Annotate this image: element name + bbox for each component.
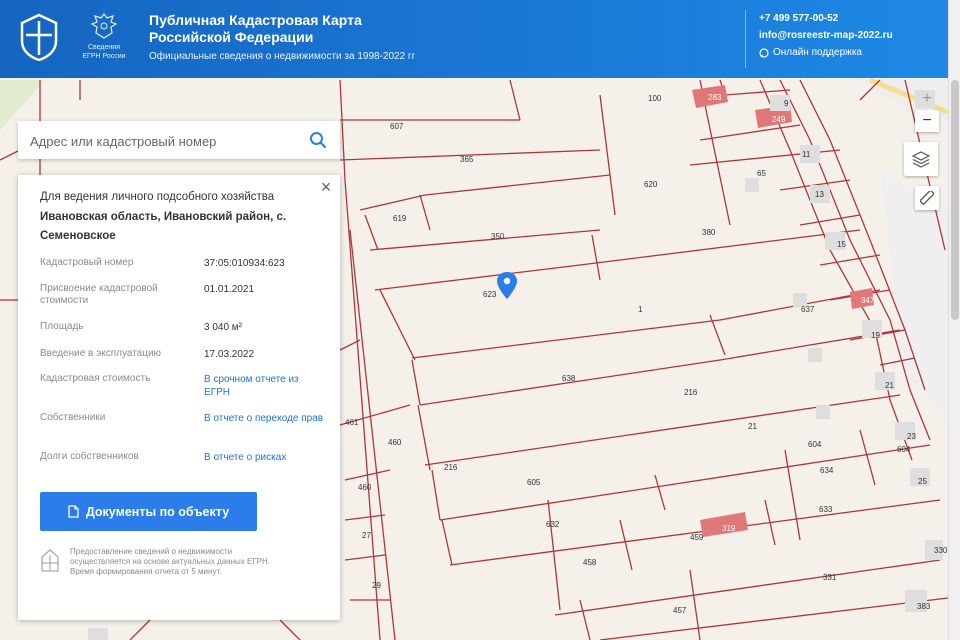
site-subtitle: Официальные сведения о недвижимости за 1… bbox=[149, 51, 416, 62]
coat-of-arms-icon bbox=[90, 13, 118, 39]
svg-text:25: 25 bbox=[918, 477, 927, 486]
svg-text:458: 458 bbox=[583, 558, 597, 567]
svg-text:249: 249 bbox=[772, 115, 786, 124]
svg-text:459: 459 bbox=[690, 533, 704, 542]
phone-link[interactable]: +7 499 577-00-52 bbox=[759, 10, 893, 27]
svg-text:27: 27 bbox=[362, 531, 371, 540]
emblem-caption: Сведения bbox=[88, 44, 120, 51]
document-icon bbox=[68, 505, 79, 518]
site-title: Публичная Кадастровая Карта Российской Ф… bbox=[149, 12, 362, 46]
cadastral-cost-label: Кадастровая стоимость bbox=[40, 373, 151, 384]
title-line-2: Российской Федерации bbox=[149, 29, 314, 45]
commissioning-label: Введение в эксплуатацию bbox=[40, 348, 162, 359]
svg-text:11: 11 bbox=[802, 150, 811, 159]
svg-text:1: 1 bbox=[638, 305, 643, 314]
svg-text:638: 638 bbox=[562, 374, 576, 383]
svg-text:216: 216 bbox=[684, 388, 698, 397]
object-documents-button[interactable]: Документы по объекту bbox=[40, 492, 257, 531]
svg-text:633: 633 bbox=[819, 505, 833, 514]
registry-house-icon bbox=[41, 549, 59, 572]
owner-debts-link[interactable]: В отчете о рисках bbox=[204, 451, 324, 464]
svg-text:29: 29 bbox=[372, 581, 381, 590]
svg-text:21: 21 bbox=[748, 422, 757, 431]
svg-text:457: 457 bbox=[673, 606, 687, 615]
emblem: Сведения ЕГРН России bbox=[82, 12, 126, 61]
svg-text:637: 637 bbox=[801, 305, 815, 314]
object-info-panel: × Для ведения личного подсобного хозяйст… bbox=[18, 175, 340, 620]
disclaimer-text: Предоставление сведений о недвижимости о… bbox=[70, 547, 270, 576]
svg-text:620: 620 bbox=[644, 180, 658, 189]
close-icon[interactable]: × bbox=[318, 178, 334, 196]
svg-text:632: 632 bbox=[546, 520, 560, 529]
svg-text:283: 283 bbox=[708, 93, 722, 102]
title-line-1: Публичная Кадастровая Карта bbox=[149, 12, 362, 28]
svg-text:619: 619 bbox=[393, 214, 407, 223]
svg-text:460: 460 bbox=[358, 483, 372, 492]
contacts: +7 499 577-00-52 info@rosreestr-map-2022… bbox=[745, 10, 893, 68]
owners-link[interactable]: В отчете о переходе прав bbox=[204, 412, 324, 425]
svg-text:21: 21 bbox=[885, 381, 894, 390]
svg-text:23: 23 bbox=[907, 432, 916, 441]
svg-text:347: 347 bbox=[861, 296, 875, 305]
svg-text:604: 604 bbox=[808, 440, 822, 449]
emblem-caption-2: ЕГРН России bbox=[82, 53, 126, 60]
svg-text:13: 13 bbox=[815, 190, 824, 199]
layers-button[interactable] bbox=[904, 142, 938, 176]
svg-text:15: 15 bbox=[837, 240, 846, 249]
svg-text:383: 383 bbox=[917, 602, 931, 611]
commissioning-value: 17.03.2022 bbox=[204, 349, 255, 360]
logo-icon[interactable] bbox=[20, 13, 58, 61]
svg-text:634: 634 bbox=[820, 466, 834, 475]
search-box bbox=[18, 121, 340, 159]
zoom-in-button[interactable]: + bbox=[915, 88, 939, 110]
svg-text:607: 607 bbox=[390, 122, 404, 131]
cadastral-number-value: 37:05:010934:623 bbox=[204, 258, 285, 269]
svg-text:623: 623 bbox=[483, 290, 497, 299]
area-label: Площадь bbox=[40, 321, 84, 332]
online-support-link[interactable]: Онлайн поддержка bbox=[759, 44, 893, 61]
site-header: Сведения ЕГРН России Публичная Кадастров… bbox=[0, 0, 948, 78]
scrollbar-thumb[interactable] bbox=[951, 80, 959, 320]
chat-icon bbox=[759, 47, 769, 58]
cadastral-cost-link[interactable]: В срочном отчете из ЕГРН bbox=[204, 373, 324, 399]
owner-debts-label: Долги собственников bbox=[40, 451, 139, 462]
svg-text:9: 9 bbox=[784, 99, 789, 108]
layers-icon bbox=[911, 151, 931, 168]
measure-button[interactable] bbox=[915, 186, 939, 210]
svg-text:461: 461 bbox=[345, 418, 359, 427]
svg-text:605: 605 bbox=[527, 478, 541, 487]
valuation-date-label: Присвоение кадастровой стоимости bbox=[40, 283, 158, 306]
object-address: Ивановская область, Ивановский район, с.… bbox=[40, 211, 287, 242]
svg-text:319: 319 bbox=[722, 524, 736, 533]
land-purpose: Для ведения личного подсобного хозяйства bbox=[40, 191, 275, 203]
svg-text:65: 65 bbox=[757, 169, 766, 178]
svg-text:460: 460 bbox=[388, 438, 402, 447]
ruler-icon bbox=[920, 191, 934, 205]
svg-text:365: 365 bbox=[460, 155, 474, 164]
svg-text:380: 380 bbox=[702, 228, 716, 237]
cadastral-number-label: Кадастровый номер bbox=[40, 257, 134, 268]
search-input[interactable] bbox=[28, 129, 302, 153]
zoom-out-button[interactable]: − bbox=[915, 110, 939, 132]
svg-text:19: 19 bbox=[871, 331, 880, 340]
page-scrollbar[interactable] bbox=[948, 0, 960, 640]
svg-text:216: 216 bbox=[444, 463, 458, 472]
owners-label: Собственники bbox=[40, 412, 106, 423]
area-value: 3 040 м² bbox=[204, 322, 243, 333]
valuation-date-value: 01.01.2021 bbox=[204, 284, 255, 295]
support-label: Онлайн поддержка bbox=[773, 47, 862, 58]
search-icon[interactable] bbox=[308, 130, 328, 150]
svg-text:330: 330 bbox=[934, 546, 948, 555]
svg-text:604: 604 bbox=[897, 445, 911, 454]
svg-text:100: 100 bbox=[648, 94, 662, 103]
documents-button-label: Документы по объекту bbox=[85, 504, 230, 519]
email-link[interactable]: info@rosreestr-map-2022.ru bbox=[759, 27, 893, 44]
svg-text:350: 350 bbox=[491, 232, 505, 241]
svg-text:331: 331 bbox=[823, 573, 837, 582]
